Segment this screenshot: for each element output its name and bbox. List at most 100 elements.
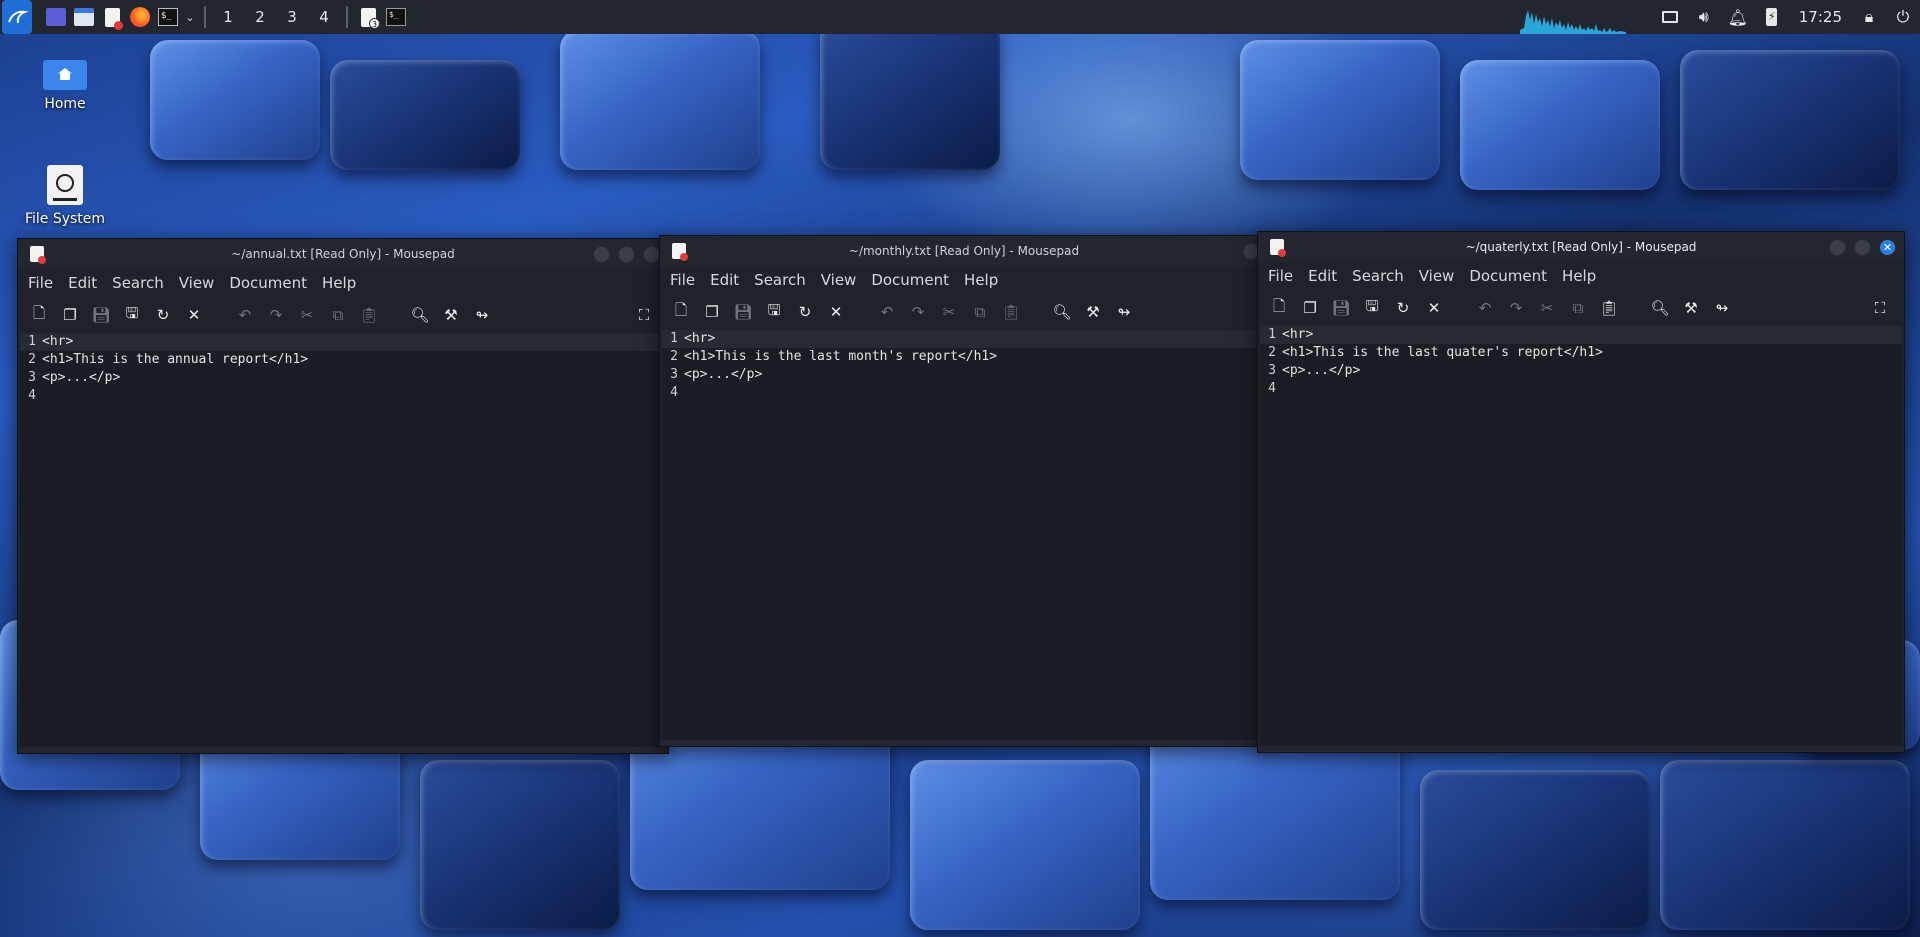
terminal-launcher[interactable]: $_: [154, 0, 182, 34]
save-as-button[interactable]: 🖫: [761, 299, 787, 325]
close-document-button[interactable]: ✕: [1421, 295, 1447, 321]
paste-button[interactable]: 📋︎: [1596, 295, 1622, 321]
reload-button[interactable]: ↻: [150, 302, 176, 328]
logout-button[interactable]: ⏻: [1886, 0, 1920, 34]
launcher-dropdown[interactable]: ⌄: [182, 0, 198, 34]
menu-help[interactable]: Help: [1562, 267, 1605, 285]
firefox-launcher[interactable]: [126, 0, 154, 34]
copy-button[interactable]: ⧉: [325, 302, 351, 328]
save-as-button[interactable]: 🖫: [1359, 295, 1385, 321]
menu-file[interactable]: File: [28, 274, 62, 292]
undo-button[interactable]: ↶: [232, 302, 258, 328]
find-replace-button[interactable]: ⚒: [438, 302, 464, 328]
workspace-2[interactable]: 2: [244, 8, 276, 26]
taskbar-mousepad-group[interactable]: 3: [354, 0, 382, 34]
maximize-button[interactable]: [1854, 239, 1871, 256]
menu-search[interactable]: Search: [112, 274, 173, 292]
workspace-3[interactable]: 3: [276, 8, 308, 26]
redo-button[interactable]: ↷: [1503, 295, 1529, 321]
find-replace-button[interactable]: ⚒: [1678, 295, 1704, 321]
menu-help[interactable]: Help: [322, 274, 365, 292]
undo-button[interactable]: ↶: [874, 299, 900, 325]
window-titlebar[interactable]: ~/quaterly.txt [Read Only] - Mousepad ✕: [1258, 232, 1904, 262]
menu-file[interactable]: File: [1268, 267, 1302, 285]
new-window-button[interactable]: ❐: [1297, 295, 1323, 321]
maximize-button[interactable]: [618, 246, 635, 263]
menu-view[interactable]: View: [821, 271, 866, 289]
new-window-button[interactable]: ❐: [57, 302, 83, 328]
close-document-button[interactable]: ✕: [823, 299, 849, 325]
fullscreen-button[interactable]: ⛶: [1867, 295, 1893, 321]
new-document-button[interactable]: 🗋: [26, 302, 52, 328]
find-button[interactable]: 🔍︎: [407, 302, 433, 328]
display-settings[interactable]: [1653, 0, 1687, 34]
menu-search[interactable]: Search: [1352, 267, 1413, 285]
text-editor-area[interactable]: 1 <hr> 2 <h1>This is the last quater's rep…: [1260, 326, 1902, 748]
cut-button[interactable]: ✂: [294, 302, 320, 328]
minimize-button[interactable]: [1829, 239, 1846, 256]
menu-search[interactable]: Search: [754, 271, 815, 289]
new-document-button[interactable]: 🗋: [1266, 295, 1292, 321]
text-editor-area[interactable]: 1 <hr> 2 <h1>This is the last month's repo…: [662, 330, 1266, 742]
close-button[interactable]: ✕: [1879, 239, 1896, 256]
save-button[interactable]: 💾︎: [1328, 295, 1354, 321]
workspace-4[interactable]: 4: [308, 8, 340, 26]
menu-document[interactable]: Document: [871, 271, 958, 289]
go-to-line-button[interactable]: ↬: [1709, 295, 1735, 321]
go-to-line-button[interactable]: ↬: [1111, 299, 1137, 325]
desktop-icon-home[interactable]: Home: [10, 60, 120, 112]
undo-button[interactable]: ↶: [1472, 295, 1498, 321]
go-to-line-button[interactable]: ↬: [469, 302, 495, 328]
fullscreen-button[interactable]: ⛶: [631, 302, 657, 328]
menu-document[interactable]: Document: [1469, 267, 1556, 285]
save-button[interactable]: 💾︎: [730, 299, 756, 325]
cut-button[interactable]: ✂: [1534, 295, 1560, 321]
cpu-graph-monitor[interactable]: [1520, 6, 1626, 34]
window-title: ~/quaterly.txt [Read Only] - Mousepad: [1465, 240, 1697, 254]
power-manager[interactable]: ⚡: [1755, 0, 1789, 34]
new-window-button[interactable]: ❐: [699, 299, 725, 325]
find-button[interactable]: 🔍︎: [1647, 295, 1673, 321]
save-button[interactable]: 💾︎: [88, 302, 114, 328]
notifications[interactable]: 🔔︎: [1721, 0, 1755, 34]
panel-separator: [346, 6, 348, 28]
menu-edit[interactable]: Edit: [1308, 267, 1346, 285]
menu-document[interactable]: Document: [229, 274, 316, 292]
menu-edit[interactable]: Edit: [68, 274, 106, 292]
redo-button[interactable]: ↷: [905, 299, 931, 325]
menu-view[interactable]: View: [179, 274, 224, 292]
taskbar-terminal[interactable]: $_: [382, 0, 410, 34]
lock-screen-button[interactable]: 🔒︎: [1852, 0, 1886, 34]
menu-edit[interactable]: Edit: [710, 271, 748, 289]
close-document-button[interactable]: ✕: [181, 302, 207, 328]
clock[interactable]: 17:25: [1789, 8, 1852, 26]
new-document-button[interactable]: 🗋: [668, 299, 694, 325]
paste-button[interactable]: 📋︎: [998, 299, 1024, 325]
file-manager-launcher[interactable]: [70, 0, 98, 34]
workspace-1[interactable]: 1: [212, 8, 244, 26]
minimize-button[interactable]: [593, 246, 610, 263]
desktop-icon-file-system[interactable]: File System: [10, 165, 120, 227]
reload-button[interactable]: ↻: [792, 299, 818, 325]
menu-help[interactable]: Help: [964, 271, 1007, 289]
copy-button[interactable]: ⧉: [1565, 295, 1591, 321]
cut-button[interactable]: ✂: [936, 299, 962, 325]
show-desktop-button[interactable]: [42, 0, 70, 34]
window-titlebar[interactable]: ~/annual.txt [Read Only] - Mousepad: [18, 239, 668, 269]
paste-button[interactable]: 📋︎: [356, 302, 382, 328]
reload-button[interactable]: ↻: [1390, 295, 1416, 321]
find-replace-button[interactable]: ⚒: [1080, 299, 1106, 325]
close-button[interactable]: [643, 246, 660, 263]
redo-button[interactable]: ↷: [263, 302, 289, 328]
window-titlebar[interactable]: ~/monthly.txt [Read Only] - Mousepad: [660, 236, 1268, 266]
menu-file[interactable]: File: [670, 271, 704, 289]
find-button[interactable]: 🔍︎: [1049, 299, 1075, 325]
copy-button[interactable]: ⧉: [967, 299, 993, 325]
app-menu-button[interactable]: [2, 0, 32, 34]
window-title: ~/monthly.txt [Read Only] - Mousepad: [848, 244, 1080, 258]
save-as-button[interactable]: 🖫: [119, 302, 145, 328]
menu-view[interactable]: View: [1419, 267, 1464, 285]
text-editor-launcher[interactable]: [98, 0, 126, 34]
volume-control[interactable]: 🔊︎: [1687, 0, 1721, 34]
text-editor-area[interactable]: 1 <hr> 2 <h1>This is the annual report</h1…: [20, 333, 666, 749]
